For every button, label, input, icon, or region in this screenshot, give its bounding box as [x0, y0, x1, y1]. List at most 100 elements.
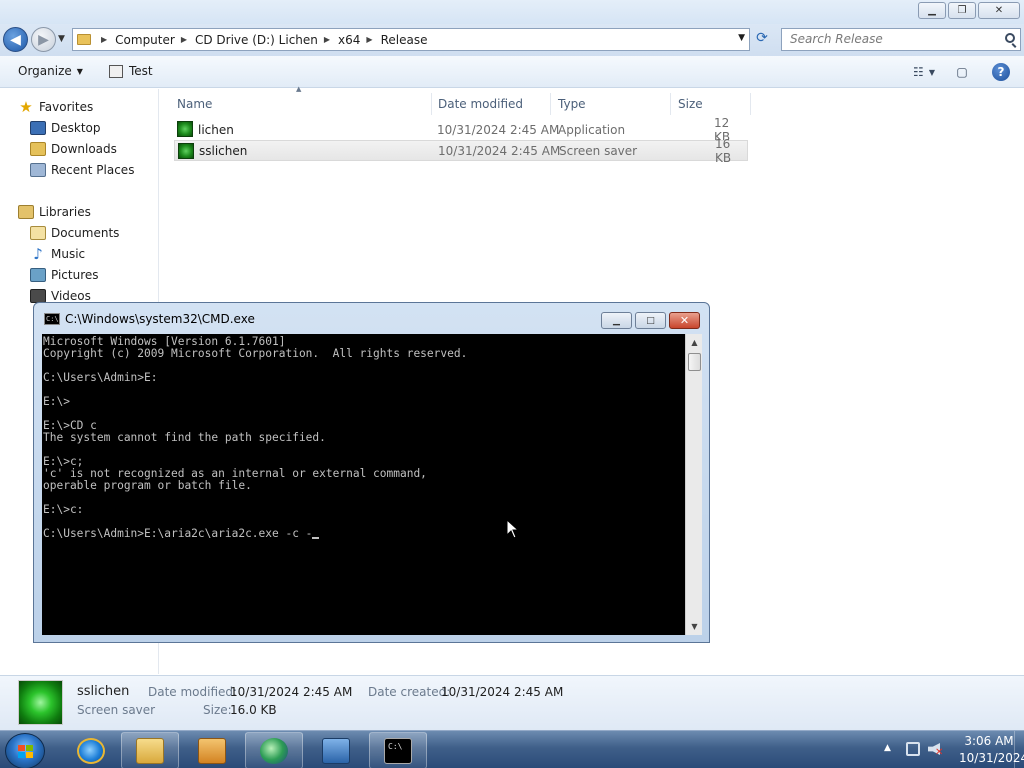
scroll-down-icon[interactable]: ▼ — [686, 618, 703, 635]
preview-pane-button[interactable]: ▢ — [954, 65, 970, 79]
text-cursor — [312, 537, 320, 539]
nav-music[interactable]: ♪ Music — [30, 245, 85, 263]
column-header-size[interactable]: Size — [671, 93, 751, 115]
file-row-lichen[interactable]: lichen 10/31/2024 2:45 AM Application 12… — [174, 116, 748, 144]
videos-icon — [30, 289, 46, 303]
address-bar[interactable]: ▶ Computer ▶ CD Drive (D:) Lichen ▶ x64 ▶ R… — [72, 28, 750, 51]
cmd-window-controls: ▁ □ ✕ — [601, 312, 700, 329]
notification-area: ▲ ✕ 3:06 AM 10/31/2024 — [869, 731, 1024, 768]
desktop-icon — [30, 121, 46, 135]
nav-pictures[interactable]: Pictures — [30, 266, 99, 284]
nav-recent-places[interactable]: Recent Places — [30, 161, 134, 179]
file-type: Application — [558, 122, 626, 137]
arrow-left-icon: ◀ — [10, 31, 21, 48]
nav-videos-label: Videos — [51, 289, 91, 303]
details-pane: sslichen Screen saver Date modified: 10/… — [0, 675, 1024, 730]
search-input[interactable]: Search Release — [781, 28, 1021, 51]
organize-label: Organize — [18, 64, 72, 78]
cmd-close-button[interactable]: ✕ — [669, 312, 700, 329]
nav-desktop[interactable]: Desktop — [30, 119, 101, 137]
taskbar-internet-explorer[interactable] — [62, 732, 120, 768]
nav-libraries[interactable]: Libraries — [18, 203, 91, 221]
recent-pages-dropdown[interactable]: ▼ — [58, 34, 65, 44]
mouse-pointer-icon — [506, 519, 520, 539]
organize-button[interactable]: Organize ▼ — [18, 64, 83, 78]
console-output[interactable]: Microsoft Windows [Version 6.1.7601] Cop… — [42, 334, 685, 635]
scroll-up-icon[interactable]: ▲ — [686, 334, 703, 351]
mute-indicator-icon: ✕ — [935, 747, 944, 758]
file-name: sslichen — [199, 143, 248, 158]
show-desktop-button[interactable] — [1014, 731, 1024, 768]
file-row-sslichen[interactable]: sslichen 10/31/2024 2:45 AM Screen saver… — [174, 137, 748, 165]
details-size-label: Size: — [203, 703, 232, 717]
window-controls: ▁ ❐ ✕ — [918, 2, 1020, 19]
chevron-down-icon: ▼ — [76, 66, 83, 76]
command-bar: Organize ▼ Test ☷ ▼ ▢ ? — [0, 56, 1024, 88]
scroll-thumb[interactable] — [688, 353, 701, 371]
search-icon[interactable] — [1005, 33, 1015, 43]
close-button[interactable]: ✕ — [978, 2, 1020, 19]
internet-explorer-icon — [77, 737, 105, 764]
star-icon: ★ — [19, 98, 33, 116]
nav-downloads[interactable]: Downloads — [30, 140, 117, 158]
search-placeholder: Search Release — [790, 32, 883, 46]
windows-logo-icon — [18, 745, 34, 759]
breadcrumb-sep-root[interactable]: ▶ — [95, 35, 115, 44]
test-icon — [109, 64, 123, 78]
minimize-button[interactable]: ▁ — [918, 2, 946, 19]
explorer-titlebar: ▁ ❐ ✕ — [0, 0, 1024, 24]
chevron-down-icon[interactable]: ▼ — [738, 33, 745, 43]
network-icon[interactable] — [906, 742, 920, 756]
clock-time: 3:06 AM — [964, 734, 1014, 748]
folder-icon — [136, 737, 164, 764]
nav-recent-places-label: Recent Places — [51, 163, 135, 177]
file-date: 10/31/2024 2:45 AM — [438, 143, 561, 158]
arrow-right-icon: ▶ — [38, 31, 49, 48]
column-header-name[interactable]: Name — [170, 93, 432, 115]
back-button[interactable]: ◀ — [3, 27, 28, 52]
details-file-kind: Screen saver — [77, 703, 156, 717]
file-thumbnail — [18, 680, 63, 725]
taskbar-network-app[interactable] — [245, 732, 303, 768]
column-header-type[interactable]: Type — [551, 93, 671, 115]
maximize-button[interactable]: ❐ — [948, 2, 976, 19]
cmd-titlebar: C:\ C:\Windows\system32\CMD.exe — [44, 312, 255, 326]
taskbar-media-player[interactable] — [183, 732, 241, 768]
details-date-created: 10/31/2024 2:45 AM — [441, 685, 564, 699]
downloads-folder-icon — [30, 142, 46, 156]
breadcrumb-x64[interactable]: x64 ▶ — [338, 33, 381, 47]
globe-icon — [260, 737, 288, 764]
column-header-date-modified[interactable]: Date modified — [431, 93, 551, 115]
test-button[interactable]: Test — [109, 64, 153, 78]
folder-icon — [77, 34, 91, 45]
console-scrollbar[interactable]: ▲ ▼ — [685, 334, 702, 635]
breadcrumb-computer[interactable]: Computer ▶ — [115, 33, 195, 47]
view-controls: ☷ ▼ ▢ ? — [913, 63, 1010, 81]
breadcrumb-cd-drive[interactable]: CD Drive (D:) Lichen ▶ — [195, 33, 338, 47]
cmd-maximize-button[interactable]: □ — [635, 312, 666, 329]
nav-documents[interactable]: Documents — [30, 224, 119, 242]
forward-button[interactable]: ▶ — [31, 27, 56, 52]
taskbar-command-prompt[interactable]: C:\ — [369, 732, 427, 768]
music-note-icon: ♪ — [33, 245, 43, 263]
taskbar-explorer[interactable] — [121, 732, 179, 768]
show-hidden-icons-icon[interactable]: ▲ — [884, 743, 891, 753]
cmd-title: C:\Windows\system32\CMD.exe — [65, 312, 255, 326]
details-file-name: sslichen — [77, 684, 130, 699]
cmd-minimize-button[interactable]: ▁ — [601, 312, 632, 329]
chevron-down-icon: ▼ — [928, 67, 935, 77]
breadcrumb-release[interactable]: Release — [381, 33, 428, 47]
clock[interactable]: 3:06 AM 10/31/2024 — [959, 733, 1024, 767]
file-name: lichen — [198, 122, 234, 137]
change-view-button[interactable]: ☷ ▼ — [913, 65, 935, 79]
nav-music-label: Music — [51, 247, 86, 261]
refresh-icon[interactable]: ⟳ — [752, 30, 772, 49]
taskbar-installer-app[interactable] — [307, 732, 365, 768]
nav-libraries-label: Libraries — [39, 205, 91, 219]
help-icon[interactable]: ? — [992, 63, 1010, 81]
nav-favorites[interactable]: ★ Favorites — [18, 98, 93, 116]
file-size: 16 KB — [715, 136, 732, 165]
start-button[interactable] — [5, 733, 45, 768]
cmd-window[interactable]: C:\ C:\Windows\system32\CMD.exe ▁ □ ✕ Mi… — [33, 302, 710, 643]
installer-icon — [322, 737, 350, 764]
